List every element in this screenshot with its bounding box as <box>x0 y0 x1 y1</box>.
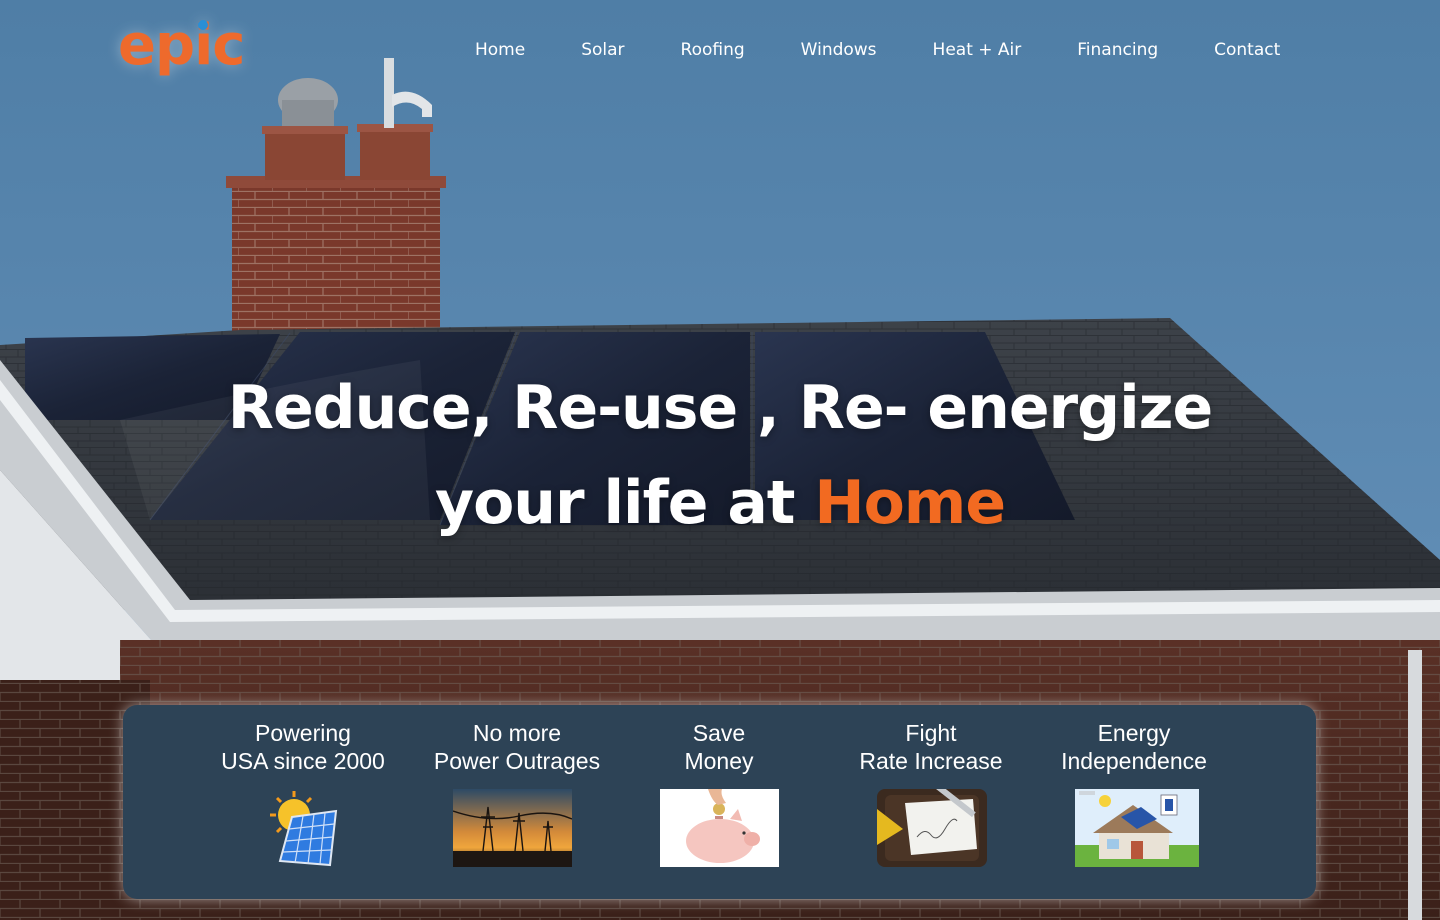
nav-contact[interactable]: Contact <box>1214 38 1280 62</box>
nav-home[interactable]: Home <box>475 38 525 62</box>
hero-headline: Reduce, Re-use , Re- energize your life … <box>0 368 1440 558</box>
feature-save-money: Save Money <box>614 719 824 775</box>
feature-title-line1: Fight <box>905 720 957 746</box>
nav-financing[interactable]: Financing <box>1077 38 1158 62</box>
features-panel: Powering USA since 2000 No more Power Ou… <box>123 705 1316 899</box>
solar-house-diagram <box>1075 789 1199 867</box>
nav-windows[interactable]: Windows <box>801 38 877 62</box>
feature-powering-usa: Powering USA since 2000 <box>198 719 408 775</box>
hero-headline-line1: Reduce, Re-use , Re- energize <box>227 373 1214 443</box>
feature-fight-rate-increase: Fight Rate Increase <box>826 719 1036 775</box>
feature-title-line2: Rate Increase <box>859 748 1003 774</box>
feature-title-line2: USA since 2000 <box>221 748 385 774</box>
feature-title-line2: Money <box>684 748 754 774</box>
hero-headline-line2: your life at Home <box>0 448 1440 558</box>
main-nav: Home Solar Roofing Windows Heat + Air Fi… <box>475 38 1280 62</box>
piggy-bank-photo <box>660 789 779 867</box>
feature-title-line1: Save <box>692 720 746 746</box>
feature-title-line1: Energy <box>1097 720 1171 746</box>
feature-title-line2: Independence <box>1061 748 1207 774</box>
feature-no-outages: No more Power Outrages <box>412 719 622 775</box>
hero-headline-prefix: your life at <box>434 468 815 538</box>
feature-title-line2: Power Outrages <box>433 748 601 774</box>
nav-solar[interactable]: Solar <box>581 38 624 62</box>
hero-headline-accent: Home <box>814 468 1006 538</box>
solar-panel-sun-icon <box>268 789 343 867</box>
power-lines-sunset-photo <box>453 789 572 867</box>
nav-roofing[interactable]: Roofing <box>681 38 745 62</box>
logo-dot-icon <box>198 20 208 30</box>
epic-logo[interactable]: epic <box>118 18 245 74</box>
feature-title-line1: No more <box>472 720 562 746</box>
desk-planning-photo <box>877 789 987 867</box>
feature-title-line1: Powering <box>255 720 351 746</box>
nav-heat-air[interactable]: Heat + Air <box>933 38 1022 62</box>
feature-energy-independence: Energy Independence <box>1029 719 1239 775</box>
logo-text: epic <box>118 13 245 78</box>
